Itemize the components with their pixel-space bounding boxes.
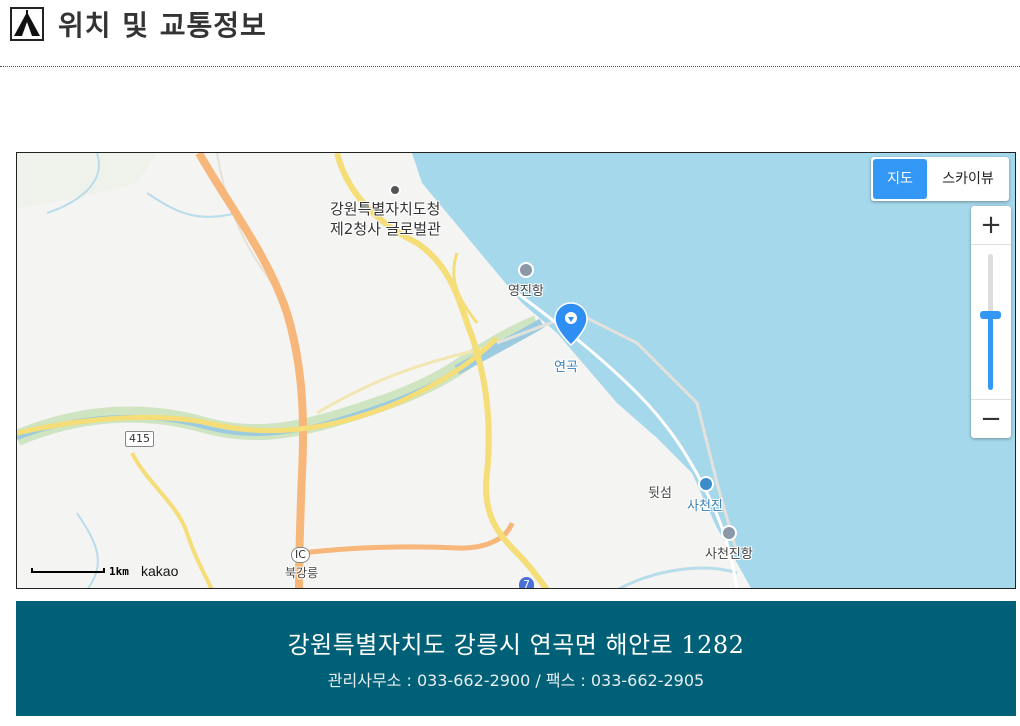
map-label-gov-office-2: 제2청사 글로벌관 xyxy=(330,220,441,238)
map-label-twitseom: 뒷섬 xyxy=(648,486,672,501)
header-divider xyxy=(0,66,1020,67)
skyview-button[interactable]: 스카이뷰 xyxy=(929,159,1007,199)
route-7-badge: 7 xyxy=(519,577,534,588)
scale-bar xyxy=(31,568,105,573)
kakao-map[interactable]: 강원특별자치도청 제2청사 글로벌관 영진항 연곡 뒷섬 사천진 사천진항 IC… xyxy=(16,152,1016,589)
zoom-in-button[interactable]: + xyxy=(971,206,1011,245)
map-tiles xyxy=(17,153,1015,588)
port-icon-sacheonjin[interactable] xyxy=(721,525,737,541)
zoom-slider-fill xyxy=(988,315,993,390)
tent-icon xyxy=(10,7,44,41)
map-label-yeongok: 연곡 xyxy=(554,360,578,375)
zoom-slider-handle[interactable] xyxy=(980,311,1001,319)
route-415-badge: 415 xyxy=(125,431,154,447)
page-title: 위치 및 교통정보 xyxy=(58,9,267,42)
address-text: 강원특별자치도 강릉시 연곡면 해안로 1282 xyxy=(287,631,745,659)
map-label-bukgangneung: 북강릉 xyxy=(285,566,319,580)
location-pin-icon[interactable] xyxy=(554,302,588,350)
contact-text: 관리사무소 : 033-662-2900 / 팩스 : 033-662-2905 xyxy=(327,671,705,690)
page-header: 위치 및 교통정보 xyxy=(0,0,1020,66)
map-view-button[interactable]: 지도 xyxy=(873,159,927,199)
government-office-icon[interactable] xyxy=(389,184,401,196)
address-info-bar: 강원특별자치도 강릉시 연곡면 해안로 1282 관리사무소 : 033-662… xyxy=(16,601,1016,716)
map-label-sacheonjin: 사천진 xyxy=(687,499,723,514)
zoom-control: + − xyxy=(971,206,1011,438)
map-label-gov-office-1: 강원특별자치도청 xyxy=(330,200,441,218)
beach-icon[interactable] xyxy=(698,476,714,492)
kakao-attribution[interactable]: kakao xyxy=(141,563,178,579)
scale-text: 1km xyxy=(109,565,129,578)
map-type-control: 지도 스카이뷰 xyxy=(871,157,1009,201)
zoom-out-button[interactable]: − xyxy=(971,399,1011,438)
ic-badge: IC xyxy=(291,547,310,563)
port-icon[interactable] xyxy=(518,262,534,278)
map-label-sacheonjin-port: 사천진항 xyxy=(705,547,753,562)
map-label-yeongjin-port: 영진항 xyxy=(508,284,544,299)
